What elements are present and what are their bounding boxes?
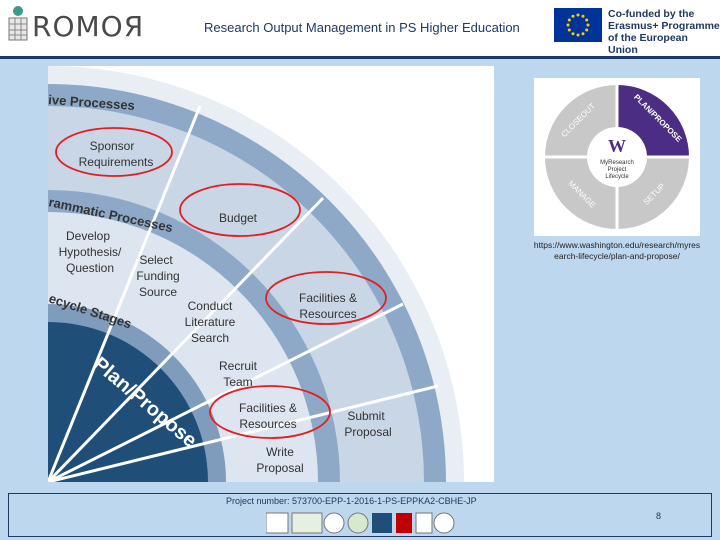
outer-item-0: Sponsor bbox=[90, 139, 135, 153]
lifecycle-diagram: ive Processes rammatic Processes ecycle … bbox=[48, 66, 464, 482]
caption-line-2: earch-lifecycle/plan-and-propose/ bbox=[554, 251, 680, 261]
wheel-center-line-1: MyResearch bbox=[600, 160, 634, 166]
partner-logo-7-icon bbox=[415, 512, 433, 534]
eu-line-2: Erasmus+ Programme bbox=[608, 20, 720, 32]
header-divider bbox=[0, 56, 720, 59]
middle-item-5: Source bbox=[139, 285, 177, 299]
middle-item-1: Hypothesis/ bbox=[59, 245, 122, 259]
caption-line-1: https://www.washington.edu/research/myre… bbox=[533, 240, 701, 250]
partner-logo-8-icon bbox=[433, 512, 455, 534]
header: ROMOЯ Research Output Management in PS H… bbox=[0, 0, 720, 56]
middle-item-9: Recruit bbox=[219, 359, 258, 373]
eu-line-3: of the European Union bbox=[608, 32, 688, 56]
middle-item-12: Resources bbox=[239, 417, 296, 431]
middle-item-2: Question bbox=[66, 261, 114, 275]
outer-item-1: Requirements bbox=[79, 155, 154, 169]
wheel-center-line-2: Project bbox=[608, 167, 627, 173]
partner-logo-1-icon bbox=[265, 512, 289, 534]
eu-line-1: Co-funded by the bbox=[608, 8, 695, 20]
middle-item-16: Proposal bbox=[256, 461, 303, 475]
outer-item-3: Facilities & bbox=[299, 291, 357, 305]
middle-item-11: Facilities & bbox=[239, 401, 297, 415]
project-number: Project number: 573700-EPP-1-2016-1-PS-E… bbox=[226, 496, 477, 506]
outer-item-2: Budget bbox=[219, 211, 258, 225]
source-caption: https://www.washington.edu/research/myre… bbox=[519, 240, 715, 262]
middle-item-8: Search bbox=[191, 331, 229, 345]
middle-item-7: Literature bbox=[185, 315, 236, 329]
uw-w-icon: W bbox=[608, 136, 626, 156]
middle-item-6: Conduct bbox=[188, 299, 233, 313]
header-title: Research Output Management in PS Higher … bbox=[204, 20, 520, 35]
wheel-center-line-3: Lifecycle bbox=[605, 174, 629, 180]
myresearch-lifecycle-image: W MyResearch Project Lifecycle PLAN/PROP… bbox=[534, 78, 700, 236]
partner-logo-tu-icon bbox=[372, 513, 392, 533]
lifecycle-figure: ive Processes rammatic Processes ecycle … bbox=[48, 66, 494, 482]
middle-item-3: Select bbox=[139, 253, 173, 267]
middle-item-4: Funding bbox=[136, 269, 179, 283]
logo-figure-icon bbox=[8, 6, 28, 41]
middle-item-15: Write bbox=[266, 445, 294, 459]
middle-item-0: Develop bbox=[66, 229, 110, 243]
partner-logo-3-icon bbox=[323, 512, 345, 534]
partner-logo-6-icon bbox=[396, 513, 412, 533]
eu-flag-icon bbox=[554, 8, 602, 42]
partner-logos bbox=[265, 511, 456, 535]
page-number: 8 bbox=[656, 511, 662, 521]
middle-item-13: Submit bbox=[347, 409, 385, 423]
romor-logo: ROMOЯ bbox=[6, 4, 146, 44]
middle-item-14: Proposal bbox=[344, 425, 391, 439]
outer-item-4: Resources bbox=[299, 307, 356, 321]
lifecycle-wheel: W MyResearch Project Lifecycle PLAN/PROP… bbox=[534, 78, 700, 236]
logo-text: ROMOЯ bbox=[32, 10, 145, 43]
partner-logo-2-icon bbox=[291, 512, 323, 534]
eu-cofunded-text: Co-funded by the Erasmus+ Programme of t… bbox=[608, 8, 720, 56]
partner-logo-4-icon bbox=[347, 512, 369, 534]
